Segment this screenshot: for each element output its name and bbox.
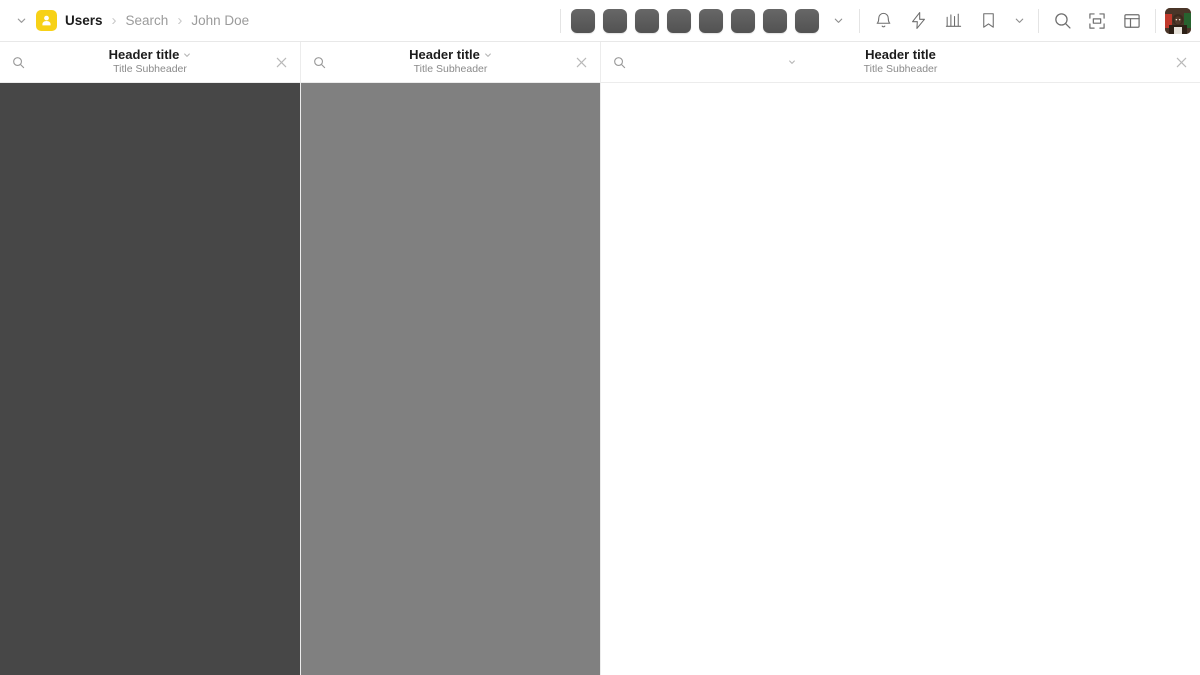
panel-2-body <box>301 83 600 675</box>
breadcrumb: Users › Search › John Doe <box>0 0 249 41</box>
panel-3: Header title Title Subheader <box>600 42 1200 675</box>
panel-2-title: Header title <box>409 47 480 62</box>
bar-chart-icon[interactable] <box>938 6 968 36</box>
focus-frame-icon[interactable] <box>1082 6 1112 36</box>
lightning-bolt-icon[interactable] <box>903 6 933 36</box>
breadcrumb-caret-icon[interactable] <box>12 12 30 30</box>
panel-1-chevron-down-icon[interactable] <box>183 51 191 59</box>
avatar-6[interactable] <box>731 8 755 33</box>
breadcrumb-separator-2: › <box>177 12 183 29</box>
layout-panel-icon[interactable] <box>1117 6 1147 36</box>
tool-icon-group <box>860 6 1038 36</box>
panel-2-chevron-down-icon[interactable] <box>484 51 492 59</box>
panel-1: Header title Title Subheader <box>0 42 300 675</box>
avatar-4[interactable] <box>667 8 691 33</box>
panel-2: Header title Title Subheader <box>300 42 600 675</box>
panel-2-close-icon[interactable] <box>568 49 594 75</box>
panel-row: Header title Title Subheader Header titl… <box>0 42 1200 675</box>
breadcrumb-separator-1: › <box>111 12 117 29</box>
avatar-group <box>561 8 859 33</box>
panel-1-title: Header title <box>108 47 180 62</box>
avatar-overflow-chevron-down-icon[interactable] <box>827 9 849 33</box>
panel-1-close-icon[interactable] <box>268 49 294 75</box>
breadcrumb-app-label[interactable]: Users <box>65 13 103 28</box>
panel-3-body <box>601 83 1200 675</box>
user-avatar-photo[interactable] <box>1165 7 1191 34</box>
breadcrumb-item-search[interactable]: Search <box>126 13 169 28</box>
panel-3-chevron-down-icon[interactable] <box>788 58 796 66</box>
panel-2-title-block: Header title Title Subheader <box>301 42 600 82</box>
panel-2-subheader: Title Subheader <box>413 63 488 75</box>
panel-3-title-block: Header title Title Subheader <box>601 42 1200 82</box>
avatar-7[interactable] <box>763 8 787 33</box>
avatar-1[interactable] <box>571 8 595 33</box>
toolbar-divider-4 <box>1155 8 1156 33</box>
avatar-3[interactable] <box>635 8 659 33</box>
panel-3-title: Header title <box>865 47 936 62</box>
user-badge-icon[interactable] <box>36 10 57 31</box>
avatar-8[interactable] <box>795 8 819 33</box>
bookmark-icon[interactable] <box>973 6 1003 36</box>
panel-1-search-icon[interactable] <box>3 47 33 77</box>
top-bar: Users › Search › John Doe <box>0 0 1200 42</box>
breadcrumb-item-john-doe[interactable]: John Doe <box>191 13 249 28</box>
search-icon[interactable] <box>1047 6 1077 36</box>
panel-2-header: Header title Title Subheader <box>301 42 600 83</box>
panel-3-close-icon[interactable] <box>1168 49 1194 75</box>
panel-1-title-block: Header title Title Subheader <box>0 42 300 82</box>
avatar-2[interactable] <box>603 8 627 33</box>
bell-icon[interactable] <box>868 6 898 36</box>
panel-3-header: Header title Title Subheader <box>601 42 1200 83</box>
avatar-5[interactable] <box>699 8 723 33</box>
panel-1-header: Header title Title Subheader <box>0 42 300 83</box>
panel-3-search-icon[interactable] <box>604 47 634 77</box>
tools-overflow-chevron-down-icon[interactable] <box>1008 9 1030 33</box>
panel-1-subheader: Title Subheader <box>113 63 187 75</box>
action-icon-group <box>1039 6 1155 36</box>
panel-2-search-icon[interactable] <box>304 47 334 77</box>
panel-1-body <box>0 83 300 675</box>
panel-3-subheader: Title Subheader <box>863 63 938 75</box>
